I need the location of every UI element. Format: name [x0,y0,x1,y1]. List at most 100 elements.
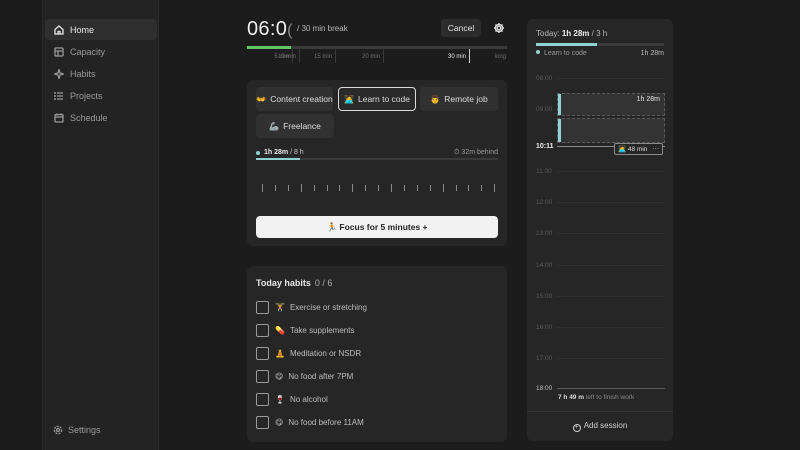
cancel-button[interactable]: Cancel [441,19,481,37]
wave-tick [262,184,263,192]
scale-tick [335,49,336,63]
habit-checkbox[interactable] [256,369,269,383]
wave-tick [442,184,444,192]
hour-label: 08:00 [536,75,553,82]
gear-icon [494,23,504,33]
project-chip-freelance[interactable]: 🦾 Freelance [256,114,334,138]
today-progress [536,43,664,46]
session-block[interactable]: 1h 28m [557,93,665,116]
session-block-current[interactable] [557,118,665,143]
sidebar-item-projects[interactable]: Projects [45,85,157,106]
project-chip-remote-job[interactable]: 👨 Remote job [420,87,498,111]
timer-scale: 5 min 10 min 15 min 20 min 30 min long [247,49,507,63]
face-icon: 😋 [275,371,284,381]
habit-item[interactable]: 🍷 No alcohol [256,392,328,406]
scale-tick-label[interactable]: 15 min [314,54,335,60]
goal-dot [256,151,260,155]
sidebar-item-capacity[interactable]: Capacity [45,41,157,62]
habit-checkbox[interactable] [256,300,269,314]
dumbbell-icon: 🏋 [275,302,285,312]
habit-checkbox[interactable] [256,392,269,406]
break-label: / 30 min break [297,24,348,33]
pill-icon: 💊 [275,325,285,335]
timer-header: 06:0( / 30 min break Cancel [247,16,507,42]
sidebar-item-habits[interactable]: Habits [45,63,157,84]
hour-label: 13:00 [536,230,553,237]
arm-icon: 🦾 [269,121,280,131]
hour-line [557,327,665,328]
sidebar-item-home[interactable]: Home [45,19,157,40]
wave-tick [429,185,431,191]
scale-tick [383,49,384,63]
wave-tick [403,185,405,191]
wave-tick [365,185,367,191]
legend-row: Learn to code 1h 28m [536,50,664,57]
sidebar-item-label: Schedule [70,112,108,123]
legend-value: 1h 28m [640,50,664,57]
meditation-icon: 🧘 [275,348,285,358]
habit-item[interactable]: 🏋 Exercise or stretching [256,300,367,314]
scale-tick-label[interactable]: 20 min [362,54,383,60]
wave-tick [326,185,328,191]
wave-tick [352,184,354,192]
today-summary: Today: 1h 28m / 3 h [536,29,608,38]
habit-checkbox[interactable] [256,415,269,429]
timer-settings-button[interactable] [490,19,508,37]
plus-icon: + [572,424,581,432]
today-done: 1h 28m [561,29,590,38]
wave-tick [274,185,276,191]
hour-label: 12:00 [536,199,553,206]
goal-behind: ⏱ 32m behind [454,149,498,156]
wave-tick [494,184,496,192]
hour-label: 11:00 [536,168,552,175]
hour-line [557,171,665,172]
habit-item[interactable]: 🧘 Meditation or NSDR [256,346,361,360]
goal-total: / 8 h [290,149,304,156]
coder-icon: 🧑‍💻 [618,146,628,153]
more-icon[interactable]: ··· [653,145,660,152]
hands-icon: 👐 [256,94,267,104]
hour-line [557,202,665,203]
activity-wave [256,180,498,196]
project-chip-learn-to-code[interactable]: 🧑‍💻 Learn to code [338,87,416,111]
session-duration: 1h 28m [636,96,660,103]
hour-line [557,265,665,266]
sidebar-item-label: Settings [68,425,101,435]
hour-line [557,358,665,359]
habit-checkbox[interactable] [256,346,269,360]
project-chip-content-creation[interactable]: 👐 Content creation [256,87,333,111]
scale-tick-label[interactable]: long [495,54,509,60]
hour-line [557,296,665,297]
wave-tick [313,185,315,191]
wave-tick [455,185,457,191]
active-session-pill[interactable]: 🧑‍💻 48 min ··· [614,143,663,155]
wave-tick [339,185,341,191]
hour-label: 17:00 [536,355,553,362]
goal-done: 1h 28m [264,149,289,156]
gear-icon [53,425,63,435]
end-of-work-line [557,388,665,389]
person-icon: 👨 [430,94,441,104]
sidebar-item-schedule[interactable]: Schedule [45,107,157,128]
hour-label: 14:00 [536,262,553,269]
legend-label: Learn to code [544,50,587,57]
hour-line [557,78,665,79]
wave-tick [287,185,289,191]
habit-item[interactable]: 😋 No food after 7PM [256,369,353,383]
scale-tick-label[interactable]: 30 min [448,54,469,60]
habit-item[interactable]: 😋 No food before 11AM [256,415,364,429]
coder-icon: 🧑‍💻 [344,94,354,104]
sidebar-item-label: Projects [70,90,103,101]
today-total: / 3 h [591,29,608,38]
habit-checkbox[interactable] [256,323,269,337]
sidebar-item-settings[interactable]: Settings [53,425,101,435]
scale-tick-label[interactable]: 10 min [278,54,299,60]
focus-button[interactable]: 🏃 Focus for 5 minutes + [256,216,498,238]
timer-display: 06:0( [247,18,293,40]
scale-tick [469,49,470,63]
add-session-button[interactable]: + Add session [527,421,673,432]
wave-tick [481,185,483,191]
sparkle-icon [53,68,65,80]
focus-card: 👐 Content creation 🧑‍💻 Learn to code 👨 Remo… [247,80,507,246]
habit-item[interactable]: 💊 Take supplements [256,323,354,337]
